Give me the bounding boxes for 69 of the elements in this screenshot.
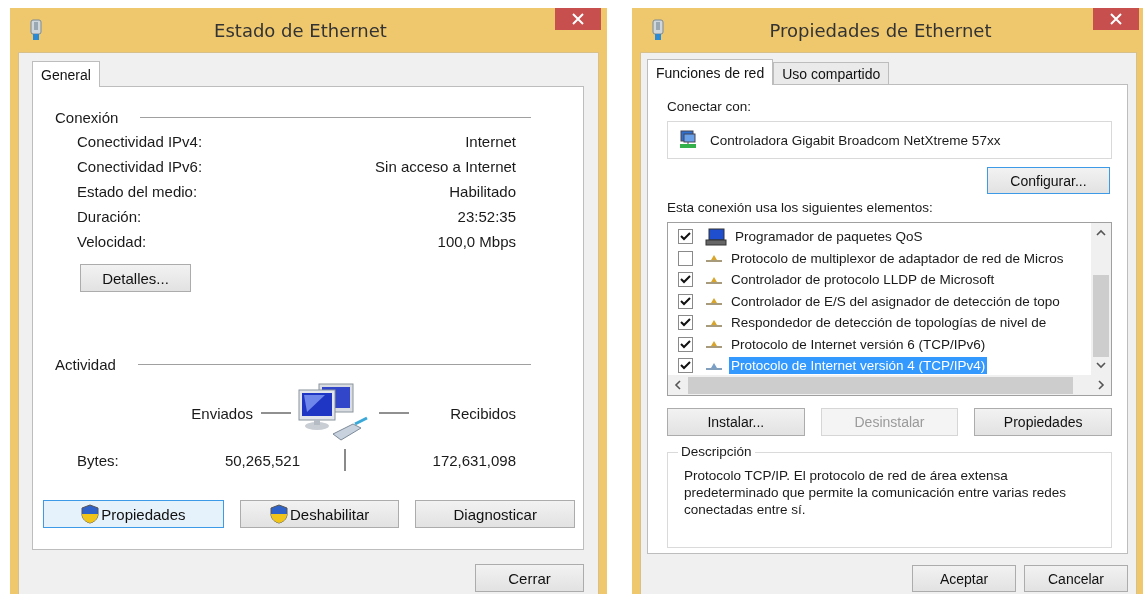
configure-button[interactable]: Configurar... bbox=[987, 167, 1110, 194]
horizontal-scrollbar[interactable] bbox=[668, 375, 1111, 395]
scroll-down-icon[interactable] bbox=[1096, 361, 1106, 369]
scroll-right-icon[interactable] bbox=[1097, 380, 1105, 390]
list-item[interactable]: Programador de paquetes QoS bbox=[733, 228, 925, 246]
sent-bytes: 50,265,521 bbox=[223, 451, 300, 469]
items-label: Esta conexión usa los siguientes elementos: bbox=[667, 200, 934, 217]
dialog-button[interactable]: Cancelar bbox=[1024, 565, 1128, 592]
scroll-up-icon[interactable] bbox=[1096, 229, 1106, 237]
action-button[interactable]: Diagnosticar bbox=[415, 500, 575, 528]
close-icon bbox=[572, 13, 584, 25]
checkbox[interactable] bbox=[678, 358, 693, 374]
connect-label: Conectar con: bbox=[667, 99, 753, 116]
field-label: Conectividad IPv4: bbox=[77, 133, 203, 150]
field-value: Sin acceso a Internet bbox=[375, 158, 516, 175]
computer-icon bbox=[705, 227, 727, 246]
checkbox[interactable] bbox=[678, 293, 693, 309]
group-heading: Descripción bbox=[678, 444, 755, 459]
ethernet-plug-icon bbox=[652, 19, 664, 41]
bytes-label: Bytes: bbox=[77, 451, 120, 469]
window-title: Propiedades de Ethernet bbox=[768, 19, 993, 41]
dialog-button[interactable]: Aceptar bbox=[912, 565, 1016, 592]
list-item[interactable]: Controlador de E/S del asignador de detección de topo bbox=[729, 292, 1062, 310]
section-heading: Actividad bbox=[55, 355, 116, 373]
field-value: 23:52:35 bbox=[457, 208, 516, 225]
close-icon bbox=[1110, 13, 1122, 25]
list-item[interactable]: Respondedor de detección de topologías de nivel de bbox=[729, 314, 1049, 332]
protocol-icon bbox=[705, 339, 723, 350]
tab[interactable]: Funciones de red bbox=[647, 59, 774, 85]
field-value: Internet bbox=[465, 133, 516, 150]
close-dialog-button[interactable]: Cerrar bbox=[475, 564, 584, 592]
action-button[interactable]: Deshabilitar bbox=[239, 500, 400, 528]
close-button[interactable] bbox=[1093, 8, 1139, 30]
shield-icon bbox=[270, 504, 288, 524]
action-button[interactable]: Propiedades bbox=[974, 408, 1112, 436]
checkbox[interactable] bbox=[678, 272, 693, 288]
section-heading: Conexión bbox=[55, 108, 119, 126]
tab[interactable]: Uso compartido bbox=[773, 62, 890, 84]
protocol-icon bbox=[705, 253, 723, 264]
list-item[interactable]: Protocolo de multiplexor de adaptador de red de Micros bbox=[729, 249, 1066, 267]
description-text: Protocolo TCP/IP. El protocolo de red de área extensa predeterminado que permite la comunicación entre varias redes conectadas entre sí. bbox=[684, 467, 1067, 518]
field-label: Conectividad IPv6: bbox=[77, 158, 203, 175]
list-item[interactable]: Controlador de protocolo LLDP de Microsoft bbox=[729, 271, 997, 289]
field-label: Estado del medio: bbox=[77, 183, 198, 200]
checkbox[interactable] bbox=[678, 336, 693, 352]
received-label: Recibidos bbox=[449, 404, 516, 422]
close-button[interactable] bbox=[555, 8, 601, 30]
vertical-scrollbar[interactable] bbox=[1091, 223, 1111, 375]
shield-icon bbox=[81, 504, 100, 524]
field-value: 100,0 Mbps bbox=[437, 233, 516, 250]
action-button[interactable]: Instalar... bbox=[667, 408, 805, 436]
action-button[interactable]: Propiedades bbox=[43, 500, 224, 528]
window-title: Estado de Ethernet bbox=[213, 19, 388, 41]
details-button[interactable]: Detalles... bbox=[80, 264, 191, 292]
field-value: Habilitado bbox=[449, 183, 516, 200]
checkbox[interactable] bbox=[678, 229, 693, 245]
adapter-name: Controladora Gigabit Broadcom NetXtreme 57xx bbox=[710, 132, 1001, 148]
list-item[interactable]: Protocolo de Internet versión 6 (TCP/IPv6) bbox=[729, 335, 988, 353]
network-adapter-icon bbox=[678, 130, 698, 150]
ethernet-plug-icon bbox=[30, 19, 42, 41]
tab[interactable]: General bbox=[32, 61, 100, 87]
field-label: Velocidad: bbox=[77, 233, 147, 250]
received-bytes: 172,631,098 bbox=[431, 451, 516, 469]
checkbox[interactable] bbox=[678, 250, 693, 266]
sent-label: Enviados bbox=[190, 404, 254, 422]
checkbox[interactable] bbox=[678, 315, 693, 331]
scroll-left-icon[interactable] bbox=[674, 380, 682, 390]
protocol-icon bbox=[705, 296, 723, 307]
field-label: Duración: bbox=[77, 208, 142, 225]
